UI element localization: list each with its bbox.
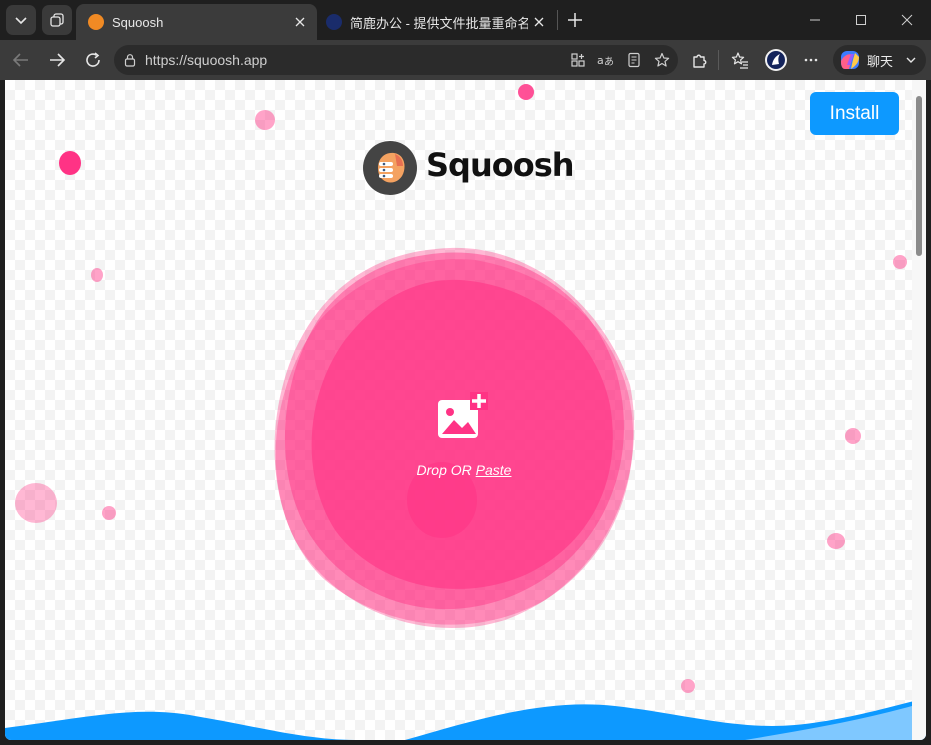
new-tab-button[interactable]	[562, 7, 588, 33]
squoosh-logo-icon	[363, 141, 417, 195]
toolbar-separator	[718, 50, 719, 70]
refresh-button[interactable]	[79, 46, 107, 74]
page-scrollbar[interactable]	[912, 80, 926, 740]
close-icon	[534, 17, 544, 27]
logo-text: Squoosh	[426, 146, 575, 184]
install-button[interactable]: Install	[810, 92, 899, 135]
favorites-button[interactable]	[726, 46, 754, 74]
add-image-icon[interactable]	[436, 392, 488, 442]
paste-link[interactable]: Paste	[476, 462, 512, 478]
drop-label: Drop OR	[416, 462, 476, 478]
star-icon[interactable]	[651, 49, 673, 71]
favorites-icon	[731, 52, 748, 69]
tab-jianlu[interactable]: 简鹿办公 - 提供文件批量重命名、	[318, 4, 556, 40]
tab-squoosh[interactable]: Squoosh	[76, 4, 317, 40]
close-icon	[901, 14, 913, 26]
close-window-button[interactable]	[884, 5, 930, 35]
ellipsis-icon	[804, 58, 818, 62]
workspaces-button[interactable]	[42, 5, 72, 35]
tab-title: 简鹿办公 - 提供文件批量重命名、	[350, 15, 528, 31]
maximize-button[interactable]	[838, 5, 884, 35]
extensions-button[interactable]	[686, 46, 714, 74]
copilot-chat-button[interactable]: 聊天	[833, 45, 926, 75]
url-text[interactable]: https://squoosh.app	[145, 52, 267, 68]
page-viewport: Install Squoosh Drop OR Paste	[5, 80, 926, 740]
more-button[interactable]	[797, 46, 825, 74]
squoosh-favicon-icon	[88, 14, 104, 30]
tab-actions-button[interactable]	[6, 5, 36, 35]
bottom-waves	[5, 698, 926, 740]
tab-close-button[interactable]	[528, 11, 550, 33]
tab-separator	[557, 10, 558, 30]
minimize-button[interactable]	[792, 5, 838, 35]
svg-text:a: a	[597, 54, 604, 67]
workspaces-icon	[50, 13, 64, 27]
reader-icon[interactable]	[623, 49, 645, 71]
puzzle-icon	[693, 54, 707, 68]
tab-close-button[interactable]	[289, 11, 311, 33]
chevron-down-icon	[906, 57, 916, 63]
refresh-icon	[86, 52, 100, 67]
arrow-right-icon	[50, 53, 66, 67]
maximize-icon	[856, 15, 866, 25]
jianlu-favicon-icon	[326, 14, 342, 30]
browser-toolbar: https://squoosh.app aあ 聊天	[0, 40, 931, 80]
svg-text:あ: あ	[604, 56, 614, 68]
forward-button[interactable]	[43, 46, 71, 74]
back-button[interactable]	[7, 46, 35, 74]
plus-icon	[568, 13, 582, 27]
tab-strip: Squoosh 简鹿办公 - 提供文件批量重命名、	[0, 0, 931, 40]
translate-icon[interactable]: aあ	[595, 49, 617, 71]
copilot-icon	[841, 51, 859, 69]
close-icon	[295, 17, 305, 27]
lock-icon[interactable]	[119, 49, 141, 71]
drop-zone-text: Drop OR Paste	[409, 462, 519, 478]
scrollbar-thumb[interactable]	[916, 96, 922, 256]
arrow-left-icon	[12, 53, 28, 67]
minimize-icon	[810, 19, 820, 21]
chevron-down-icon	[15, 17, 27, 25]
tab-title: Squoosh	[112, 14, 164, 30]
address-bar[interactable]: https://squoosh.app aあ	[114, 45, 678, 75]
profile-button[interactable]	[762, 46, 790, 74]
chat-label: 聊天	[867, 53, 894, 69]
app-grid-icon[interactable]	[567, 49, 589, 71]
profile-icon	[765, 49, 787, 71]
